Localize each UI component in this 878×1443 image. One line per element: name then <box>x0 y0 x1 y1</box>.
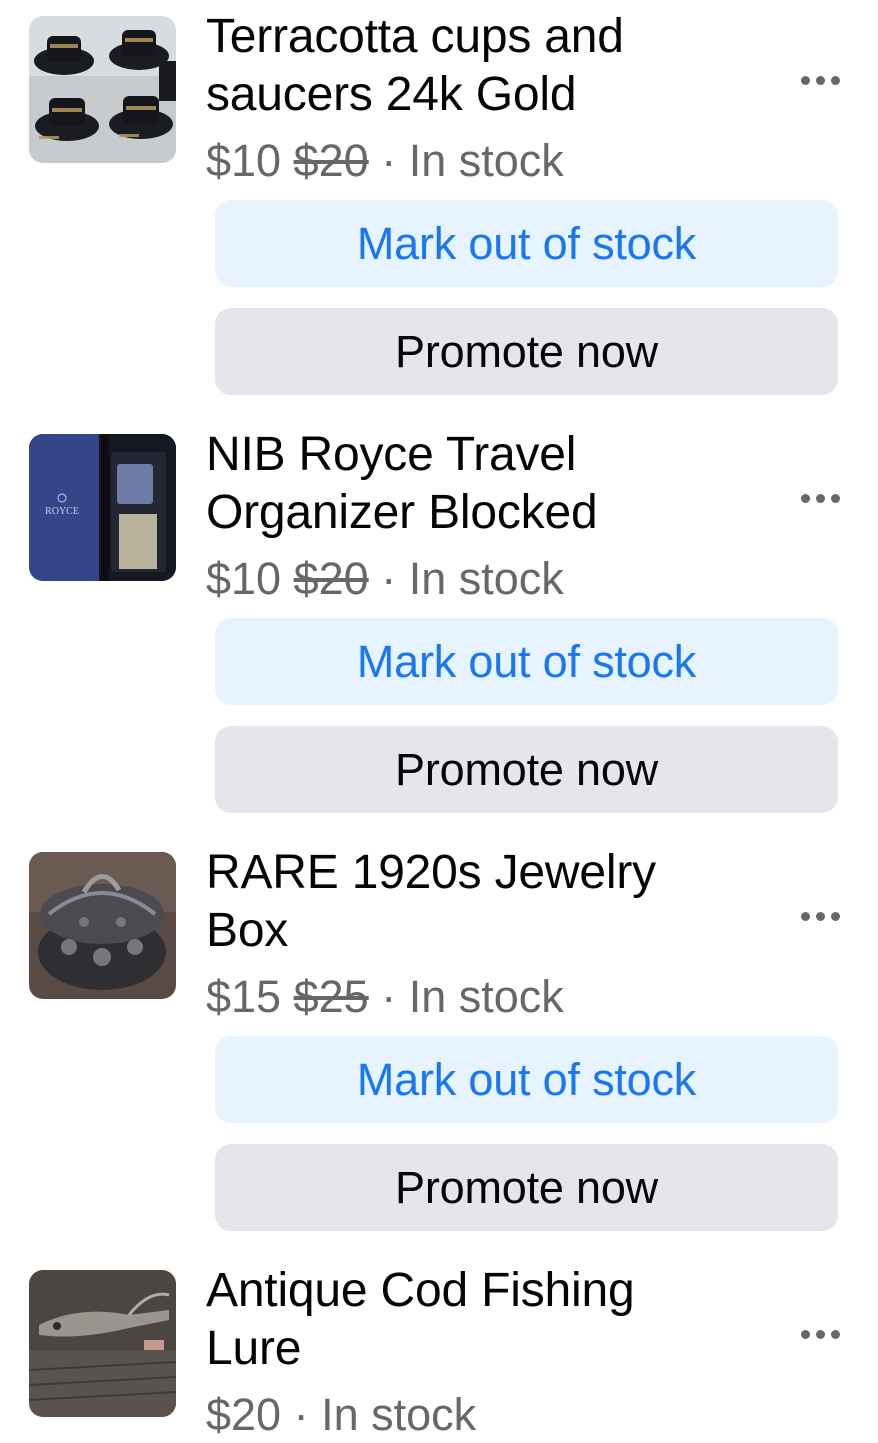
listing-status: In stock <box>321 1389 477 1440</box>
listing-status: In stock <box>408 553 564 604</box>
listing-price-status: $15 $25 · In stock <box>206 969 564 1025</box>
listing-thumbnail[interactable]: ROYCE <box>29 434 176 581</box>
listing-price: $10 <box>206 553 282 604</box>
listing-original-price: $20 <box>293 135 369 186</box>
mark-out-of-stock-button[interactable]: Mark out of stock <box>215 200 838 287</box>
listing-price: $20 <box>206 1389 282 1440</box>
listing-price-status: $20 · In stock <box>206 1387 476 1443</box>
listing-status: In stock <box>408 971 564 1022</box>
listing-price: $15 <box>206 971 282 1022</box>
listing-original-price: $25 <box>293 971 369 1022</box>
listing-original-price: $20 <box>293 553 369 604</box>
listing-title-line: Box <box>206 904 289 957</box>
listing-price-status: $10 $20 · In stock <box>206 133 564 189</box>
listing-title[interactable]: RARE 1920s Jewelry Box <box>206 844 766 960</box>
promote-now-button[interactable]: Promote now <box>215 308 838 395</box>
listing-title[interactable]: NIB Royce Travel Organizer Blocked <box>206 426 766 542</box>
listing-status: In stock <box>408 135 564 186</box>
listing-title-line: Lure <box>206 1322 302 1375</box>
listing-title-line: Organizer Blocked <box>206 486 598 539</box>
travel-organizer-photo: ROYCE <box>29 434 176 581</box>
listing-thumbnail[interactable] <box>29 852 176 999</box>
listing-title[interactable]: Terracotta cups and saucers 24k Gold <box>206 8 766 124</box>
mark-out-of-stock-button[interactable]: Mark out of stock <box>215 1036 838 1123</box>
separator-dot: · <box>293 1389 309 1440</box>
listing-title-line: Antique Cod Fishing <box>206 1264 635 1317</box>
more-options-icon[interactable] <box>790 896 850 936</box>
cups-and-saucers-photo <box>29 16 176 163</box>
promote-now-button[interactable]: Promote now <box>215 1144 838 1231</box>
separator-dot: · <box>381 971 397 1022</box>
more-options-icon[interactable] <box>790 1314 850 1354</box>
separator-dot: · <box>381 553 397 604</box>
listing-price-status: $10 $20 · In stock <box>206 551 564 607</box>
royce-logo-text: ROYCE <box>45 506 79 517</box>
listing-title-line: Terracotta cups and <box>206 10 624 63</box>
listing-thumbnail[interactable] <box>29 16 176 163</box>
listing-title-line: RARE 1920s Jewelry <box>206 846 656 899</box>
more-options-icon[interactable] <box>790 478 850 518</box>
promote-now-button[interactable]: Promote now <box>215 726 838 813</box>
listing-title[interactable]: Antique Cod Fishing Lure <box>206 1262 766 1378</box>
separator-dot: · <box>381 135 397 186</box>
jewelry-box-photo <box>29 852 176 999</box>
listing-price: $10 <box>206 135 282 186</box>
mark-out-of-stock-button[interactable]: Mark out of stock <box>215 618 838 705</box>
listing-thumbnail[interactable] <box>29 1270 176 1417</box>
listing-title-line: NIB Royce Travel <box>206 428 577 481</box>
fishing-lure-photo <box>29 1270 176 1417</box>
listing-title-line: saucers 24k Gold <box>206 68 577 121</box>
more-options-icon[interactable] <box>790 60 850 100</box>
